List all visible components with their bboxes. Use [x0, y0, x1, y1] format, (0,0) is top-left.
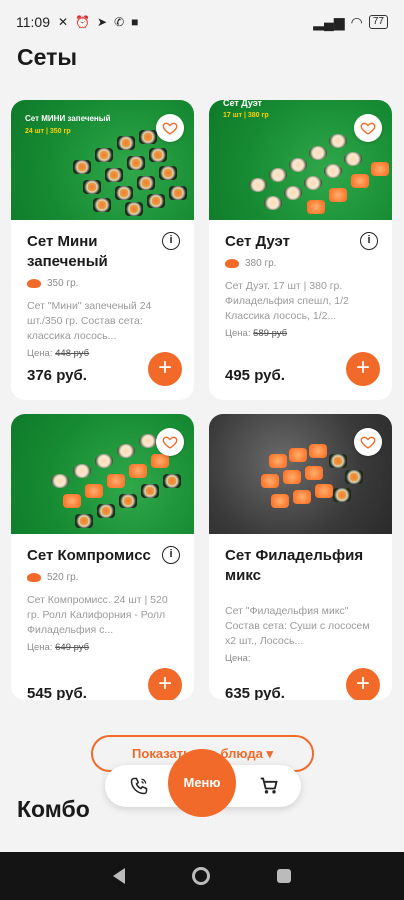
product-title[interactable]: Сет Дуэт: [225, 232, 355, 252]
product-description: Сет Дуэт. 17 шт | 380 гр. Филадельфия сп…: [225, 280, 349, 322]
status-time: 11:09: [16, 14, 50, 30]
banner-subtitle: 24 шт | 350 гр: [25, 128, 71, 135]
product-title[interactable]: Сет Компромисс: [27, 546, 157, 566]
menu-button[interactable]: Меню: [168, 749, 236, 817]
favorite-button[interactable]: [354, 114, 382, 142]
product-price: 495 руб.: [225, 367, 285, 384]
info-icon[interactable]: i: [360, 232, 378, 250]
app-icon: ■: [131, 15, 139, 29]
cart-icon[interactable]: [259, 776, 279, 796]
product-card[interactable]: Сет Компромисс i 520 гр. Сет Компромисс.…: [11, 414, 194, 700]
info-icon[interactable]: i: [162, 546, 180, 564]
product-price: 376 руб.: [27, 367, 87, 384]
product-title[interactable]: Сет Мини запеченый: [27, 232, 157, 272]
status-bar: 11:09 ✕ ⏰ ➤ ✆ ■ ▂▄▆ ◠ 77: [0, 0, 404, 44]
sets-section-title: Сеты: [17, 44, 78, 70]
product-image[interactable]: [11, 414, 194, 534]
system-nav-bar: [0, 852, 404, 900]
product-card[interactable]: Сет МИНИ запеченый 24 шт | 350 гр Сет Ми…: [11, 100, 194, 400]
product-price: 545 руб.: [27, 685, 87, 700]
product-weight: 350 гр.: [27, 278, 180, 289]
heart-icon: [360, 436, 376, 449]
notification-icons: ✕ ⏰ ➤ ✆ ■: [58, 15, 138, 29]
product-card[interactable]: Сет Дуэт 17 шт | 380 гр Сет Дуэт i 380 г…: [209, 100, 392, 400]
product-description: Сет "Мини" запеченый 24 шт./350 гр. Сост…: [27, 300, 152, 342]
banner-subtitle: 17 шт | 380 гр: [223, 112, 269, 119]
system-icons: ▂▄▆ ◠ 77: [313, 14, 388, 31]
product-title[interactable]: Сет Филадельфия микс: [225, 546, 375, 586]
sushi-icon: [27, 573, 41, 582]
sushi-icon: [225, 259, 239, 268]
old-price: Цена: 589 руб: [225, 328, 288, 339]
recent-apps-icon[interactable]: [276, 869, 291, 883]
heart-icon: [162, 122, 178, 135]
back-icon[interactable]: [113, 868, 126, 884]
banner-title: Сет МИНИ запеченый: [25, 114, 111, 123]
product-weight: 380 гр.: [225, 258, 378, 269]
product-image[interactable]: Сет Дуэт 17 шт | 380 гр: [209, 100, 392, 220]
add-to-cart-button[interactable]: +: [346, 668, 380, 700]
add-to-cart-button[interactable]: +: [148, 352, 182, 386]
add-to-cart-button[interactable]: +: [148, 668, 182, 700]
combo-section-title: Комбо: [17, 796, 90, 822]
info-icon[interactable]: i: [162, 232, 180, 250]
product-description: Сет Компромисс. 24 шт | 520 гр. Ролл Кал…: [27, 594, 168, 636]
phone-icon[interactable]: [129, 776, 149, 796]
favorite-button[interactable]: [156, 428, 184, 456]
home-icon[interactable]: [191, 867, 210, 885]
old-price: Цена: 649 руб: [27, 642, 90, 653]
product-image[interactable]: Сет МИНИ запеченый 24 шт | 350 гр: [11, 100, 194, 220]
favorite-button[interactable]: [156, 114, 184, 142]
heart-icon: [360, 122, 376, 135]
telegram-icon: ➤: [97, 15, 108, 29]
product-price: 635 руб.: [225, 685, 285, 700]
alarm-icon: ⏰: [75, 15, 91, 29]
old-price: Цена:: [225, 653, 251, 664]
whatsapp-icon: ✆: [114, 15, 125, 29]
add-to-cart-button[interactable]: +: [346, 352, 380, 386]
signal-icon: ▂▄▆: [313, 13, 345, 30]
battery-icon: 77: [368, 15, 388, 29]
product-description: Сет "Филадельфия микс" Состав сета: Суши…: [225, 605, 370, 647]
product-image[interactable]: [209, 414, 392, 534]
favorite-button[interactable]: [354, 428, 382, 456]
mute-icon: ✕: [58, 15, 69, 29]
wifi-icon: ◠: [350, 13, 363, 30]
sushi-icon: [27, 279, 41, 288]
product-weight: 520 гр.: [27, 572, 180, 583]
banner-title: Сет Дуэт: [223, 100, 262, 108]
heart-icon: [162, 436, 178, 449]
product-card[interactable]: Сет Филадельфия микс Сет "Филадельфия ми…: [209, 414, 392, 700]
